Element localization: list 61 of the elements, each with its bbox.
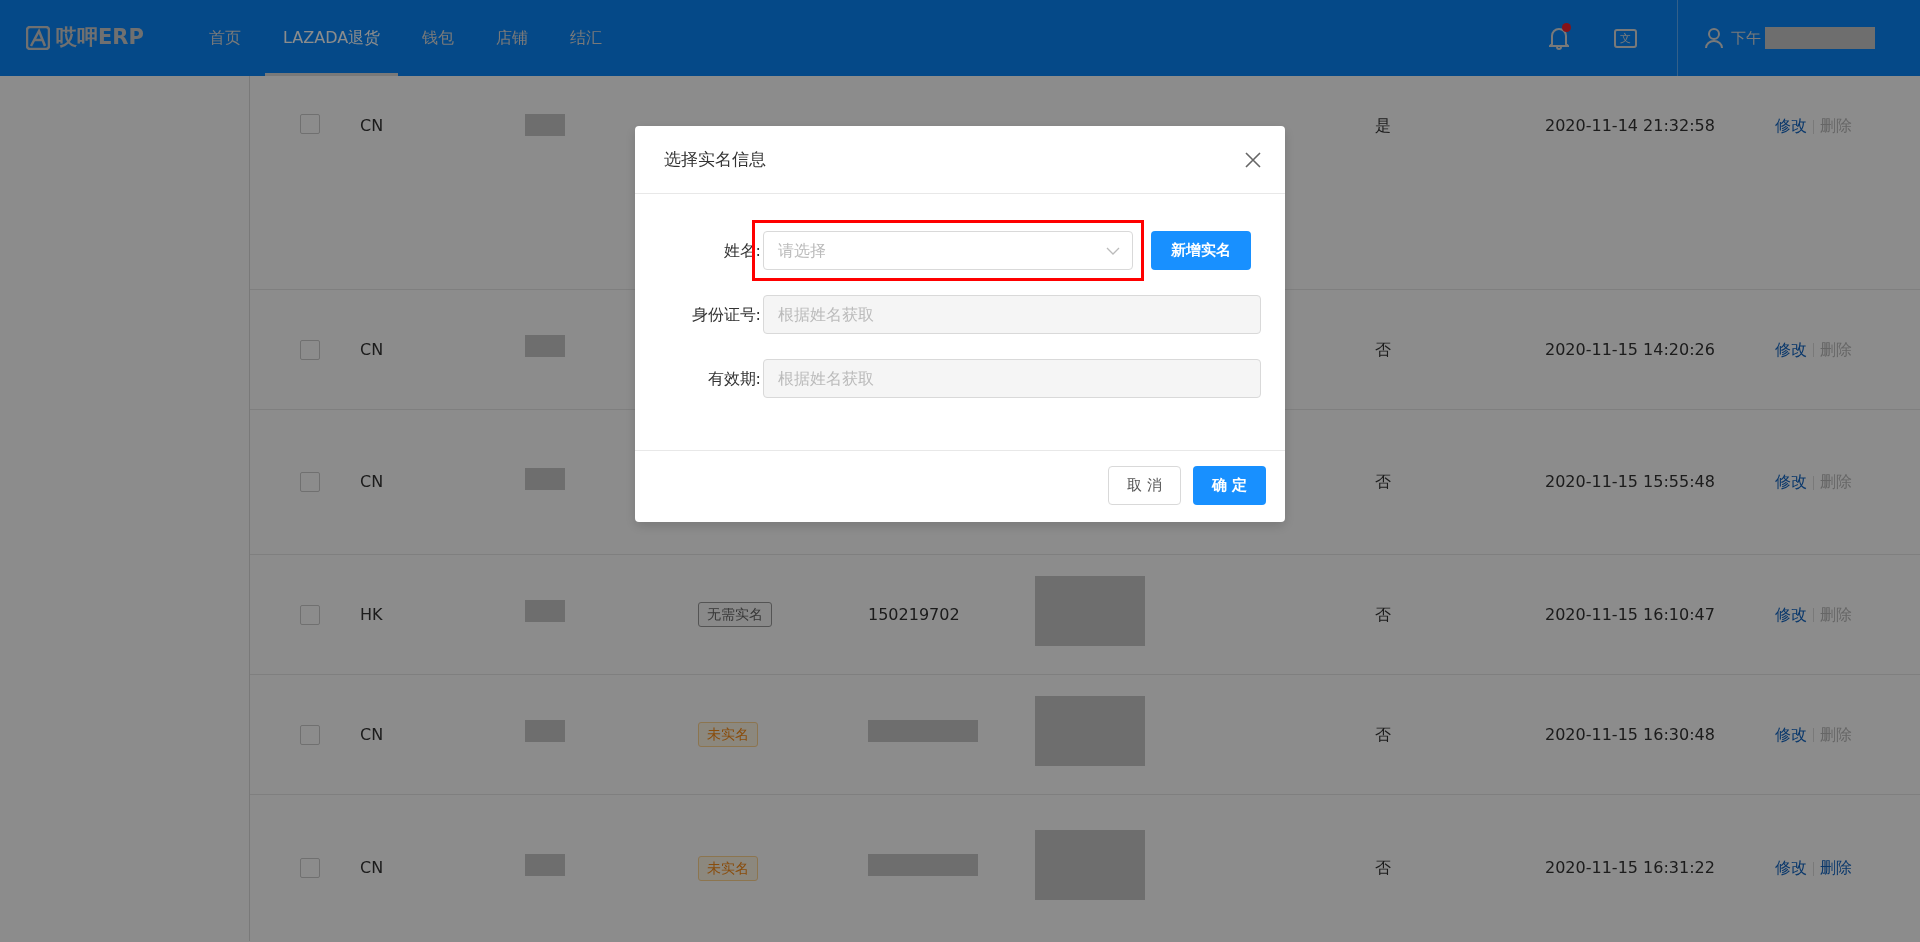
edit-link[interactable]: 修改 (1775, 339, 1807, 359)
dialog-title: 选择实名信息 (664, 147, 766, 171)
status-tag: 未实名 (698, 722, 758, 747)
timestamp: 2020-11-15 16:10:47 (1545, 604, 1715, 624)
redacted-block (525, 853, 565, 876)
delete-link[interactable]: 删除 (1820, 858, 1852, 877)
close-icon[interactable] (1245, 151, 1261, 168)
field-label: 身份证号: (690, 303, 762, 326)
nav-tab[interactable]: 店铺 (478, 0, 547, 76)
name-select[interactable]: 请选择 (763, 231, 1133, 270)
country-code: CN (360, 339, 384, 359)
yes-no-value: 否 (1375, 858, 1391, 877)
edit-link[interactable]: 修改 (1775, 472, 1807, 491)
timestamp: 2020-11-14 21:32:58 (1545, 116, 1715, 135)
chevron-down-icon (1106, 246, 1120, 255)
country-code: CN (360, 858, 384, 877)
status-tag: 未实名 (698, 855, 758, 881)
confirm-button[interactable]: 确 定 (1193, 466, 1266, 505)
yes-no-value: 否 (1375, 339, 1391, 359)
row-checkbox[interactable] (300, 604, 320, 625)
country-code: CN (360, 116, 384, 135)
row-checkbox[interactable] (300, 339, 320, 360)
country-code: CN (360, 472, 384, 491)
cancel-button[interactable]: 取 消 (1108, 466, 1181, 505)
edit-link[interactable]: 修改 (1775, 724, 1807, 744)
nav-tab[interactable]: 首页 (191, 0, 259, 76)
add-name-button[interactable]: 新增实名 (1150, 231, 1251, 270)
yes-no-value: 否 (1375, 472, 1391, 491)
redacted-block (525, 467, 565, 490)
redacted-block (525, 720, 565, 742)
country-code: CN (360, 724, 384, 744)
logo-text: 哎呷ERP (56, 24, 144, 52)
status-tag: 无需实名 (698, 602, 772, 627)
bell-icon[interactable] (1548, 26, 1569, 50)
timestamp: 2020-11-15 15:55:48 (1545, 472, 1715, 491)
row-checkbox[interactable] (300, 724, 320, 745)
edit-link[interactable]: 修改 (1775, 116, 1807, 135)
timestamp: 2020-11-15 16:31:22 (1545, 858, 1715, 877)
user-name[interactable]: 下午 (1731, 26, 1762, 50)
yes-no-value: 否 (1375, 724, 1391, 744)
yes-no-value: 否 (1375, 604, 1391, 624)
edit-link[interactable]: 修改 (1775, 858, 1807, 877)
redacted-block (525, 114, 565, 136)
language-button[interactable]: 文 (1613, 28, 1637, 48)
row-checkbox[interactable] (300, 858, 320, 878)
row-checkbox[interactable] (300, 114, 320, 134)
field-label: 有效期: (706, 367, 762, 390)
redacted-block (525, 335, 565, 357)
row-checkbox[interactable] (300, 472, 320, 492)
logo-icon (26, 26, 50, 50)
nav-tab[interactable]: 钱包 (404, 0, 473, 76)
timestamp: 2020-11-15 16:30:48 (1545, 724, 1715, 744)
timestamp: 2020-11-15 14:20:26 (1545, 339, 1715, 359)
country-code: HK (360, 604, 383, 624)
nav-tab[interactable]: LAZADA退货 (265, 0, 399, 76)
phone-number: 150219702 (868, 604, 960, 624)
edit-link[interactable]: 修改 (1775, 604, 1807, 624)
yes-no-value: 是 (1375, 116, 1391, 135)
nav-tab[interactable]: 结汇 (552, 0, 621, 76)
redacted-block (525, 600, 565, 622)
user-icon[interactable] (1703, 27, 1724, 49)
